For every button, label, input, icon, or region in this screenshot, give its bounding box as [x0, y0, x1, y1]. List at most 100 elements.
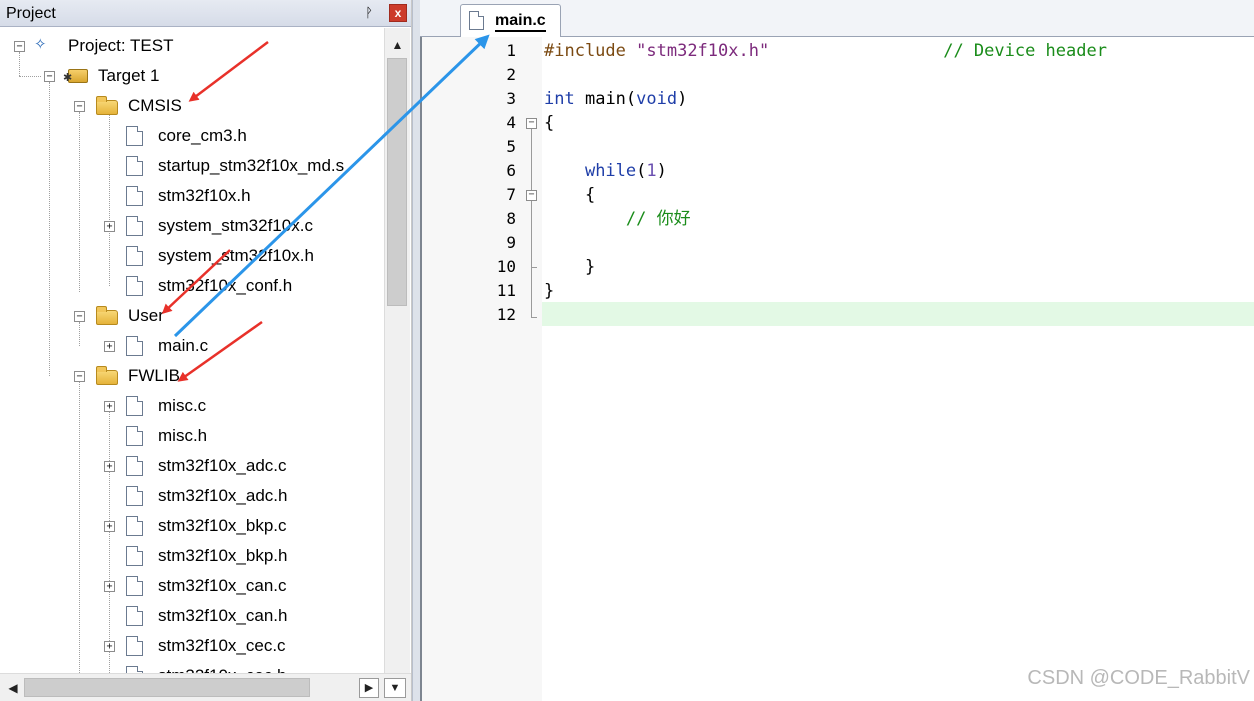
expand-icon[interactable]: +	[104, 641, 115, 652]
dropdown-arrow-icon[interactable]: ▼	[384, 678, 406, 698]
tree-item-label: Project: TEST	[68, 36, 174, 55]
tree-item-file[interactable]: system_stm32f10x.h	[0, 241, 384, 271]
scrollbar-thumb[interactable]	[387, 58, 407, 306]
file-icon	[126, 396, 143, 416]
pin-icon[interactable]: ᚹ	[360, 4, 378, 22]
folder-icon	[96, 306, 118, 325]
line-number: 8	[506, 209, 516, 228]
project-icon: ✧	[34, 35, 47, 53]
tree-item-file[interactable]: + system_stm32f10x.c	[0, 211, 384, 241]
current-line-highlight	[542, 302, 1254, 326]
tree-item-file[interactable]: core_cm3.h	[0, 121, 384, 151]
collapse-icon[interactable]: −	[74, 311, 85, 322]
brace-token: {	[544, 113, 555, 133]
collapse-icon[interactable]: −	[74, 371, 85, 382]
expand-icon[interactable]: +	[104, 401, 115, 412]
file-icon	[126, 576, 143, 596]
tree-item-file[interactable]: stm32f10x_conf.h	[0, 271, 384, 301]
tree-item-file[interactable]: + stm32f10x_bkp.c	[0, 511, 384, 541]
fold-toggle-icon[interactable]: −	[526, 118, 537, 129]
tree-item-label: Target 1	[98, 66, 160, 85]
fold-guide	[531, 267, 537, 268]
collapse-icon[interactable]: −	[14, 41, 25, 52]
collapse-icon[interactable]: −	[44, 71, 55, 82]
tree-item-target[interactable]: − Target 1	[0, 61, 384, 91]
file-icon	[126, 216, 143, 236]
tree-item-file[interactable]: stm32f10x_bkp.h	[0, 541, 384, 571]
target-icon	[63, 69, 88, 84]
code-line-7: {	[544, 183, 595, 207]
code-line-11: }	[544, 279, 554, 303]
file-icon	[126, 606, 143, 626]
project-panel-title: Project	[6, 5, 56, 22]
tree-item-label: stm32f10x_bkp.h	[158, 546, 288, 565]
line-number: 4	[506, 113, 516, 132]
tree-item-group-cmsis[interactable]: − CMSIS	[0, 91, 384, 121]
tree-item-file[interactable]: + stm32f10x_adc.c	[0, 451, 384, 481]
tree-item-file[interactable]: + main.c	[0, 331, 384, 361]
file-icon	[469, 11, 484, 30]
tree-item-file[interactable]: misc.h	[0, 421, 384, 451]
expand-icon[interactable]: +	[104, 521, 115, 532]
expand-icon[interactable]: +	[104, 341, 115, 352]
code-line-1: #include "stm32f10x.h" // Device header	[544, 39, 1107, 63]
tree-item-label: startup_stm32f10x_md.s	[158, 156, 345, 175]
expand-icon[interactable]: +	[104, 461, 115, 472]
collapse-icon[interactable]: −	[74, 101, 85, 112]
tree-item-file[interactable]: stm32f10x.h	[0, 181, 384, 211]
tree-item-file[interactable]: stm32f10x_cec.h	[0, 661, 384, 673]
tree-horizontal-scrollbar[interactable]: ◀ ▶ ▼	[0, 673, 411, 701]
tree-item-label: system_stm32f10x.c	[158, 216, 313, 235]
tree-item-label: FWLIB	[128, 366, 180, 385]
code-line-8: // 你好	[544, 207, 691, 231]
code-line-10: }	[544, 255, 595, 279]
file-icon	[126, 156, 143, 176]
tree-item-label: main.c	[158, 336, 209, 355]
brace-token: }	[584, 257, 596, 277]
tree-item-group-fwlib[interactable]: − FWLIB	[0, 361, 384, 391]
fold-toggle-icon[interactable]: −	[526, 190, 537, 201]
panel-splitter[interactable]	[412, 0, 420, 701]
tree-item-group-user[interactable]: − User	[0, 301, 384, 331]
comment-token: // 你好	[625, 209, 691, 229]
scroll-up-icon[interactable]: ▲	[386, 34, 409, 56]
expand-icon[interactable]: +	[104, 221, 115, 232]
project-tree: − ✧ Project: TEST − Target 1 − CMSIS cor…	[0, 28, 384, 673]
tree-item-file[interactable]: + misc.c	[0, 391, 384, 421]
file-icon	[126, 516, 143, 536]
tree-item-file[interactable]: startup_stm32f10x_md.s	[0, 151, 384, 181]
scroll-right-icon[interactable]: ▶	[359, 678, 379, 698]
tree-item-label: system_stm32f10x.h	[158, 246, 314, 265]
expand-icon[interactable]: +	[104, 581, 115, 592]
tree-item-file[interactable]: stm32f10x_adc.h	[0, 481, 384, 511]
line-number: 5	[506, 137, 516, 156]
file-icon	[126, 126, 143, 146]
line-number: 3	[506, 89, 516, 108]
tree-item-file[interactable]: + stm32f10x_cec.c	[0, 631, 384, 661]
preprocessor-token: #include	[544, 41, 626, 61]
number-token: 1	[646, 161, 657, 181]
string-token: "stm32f10x.h"	[636, 41, 770, 61]
tree-item-file[interactable]: stm32f10x_can.h	[0, 601, 384, 631]
tree-item-label: stm32f10x_can.h	[158, 606, 288, 625]
tree-item-project[interactable]: − ✧ Project: TEST	[0, 31, 384, 61]
tree-item-label: misc.c	[158, 396, 207, 415]
fold-guide	[531, 129, 532, 317]
close-icon[interactable]: x	[389, 4, 407, 22]
tree-item-label: stm32f10x_bkp.c	[158, 516, 287, 535]
code-area[interactable]: 1 2 3 4 5 6 7 8 9 10 11 12 − − #include …	[420, 37, 1254, 701]
fold-guide	[531, 317, 537, 318]
watermark: CSDN @CODE_RabbitV	[1027, 667, 1250, 689]
file-icon	[126, 276, 143, 296]
scrollbar-thumb[interactable]	[24, 678, 310, 697]
tab-main-c[interactable]: main.c	[460, 4, 561, 37]
tree-vertical-scrollbar[interactable]: ▲	[384, 28, 410, 673]
scroll-left-icon[interactable]: ◀	[4, 678, 22, 698]
tree-item-file[interactable]: + stm32f10x_can.c	[0, 571, 384, 601]
tree-item-label: stm32f10x_cec.c	[158, 636, 286, 655]
line-number: 2	[506, 65, 516, 84]
line-number: 11	[496, 281, 516, 300]
line-number-gutter: 1 2 3 4 5 6 7 8 9 10 11 12 − −	[422, 37, 542, 701]
code-line-4: {	[544, 111, 554, 135]
file-icon	[126, 666, 143, 673]
